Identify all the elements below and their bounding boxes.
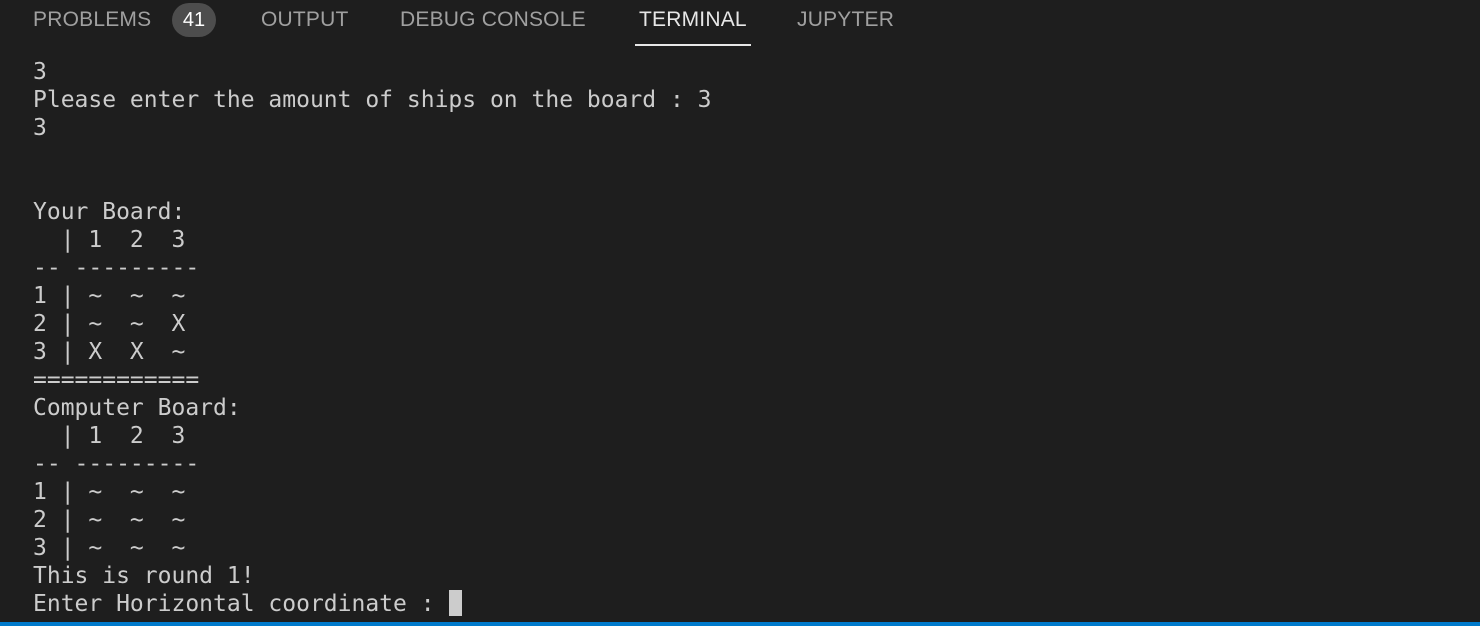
- terminal-line: -- ---------: [33, 255, 200, 281]
- terminal-line: 3 | X X ~: [33, 339, 186, 365]
- terminal-line: 2 | ~ ~ ~: [33, 507, 186, 533]
- terminal-prompt-text: Enter Horizontal coordinate :: [33, 591, 449, 617]
- tab-terminal-label: TERMINAL: [639, 8, 747, 31]
- terminal-line: Computer Board:: [33, 395, 241, 421]
- tab-terminal[interactable]: TERMINAL: [635, 0, 751, 46]
- terminal-output[interactable]: 3 Please enter the amount of ships on th…: [33, 58, 1453, 620]
- tab-output-label: OUTPUT: [261, 8, 349, 31]
- terminal-line: | 1 2 3: [33, 423, 186, 449]
- terminal-line: 1 | ~ ~ ~: [33, 479, 186, 505]
- panel-tab-bar: PROBLEMS 41 OUTPUT DEBUG CONSOLE TERMINA…: [0, 0, 1480, 46]
- tab-debug-console-label: DEBUG CONSOLE: [400, 8, 586, 31]
- tab-jupyter-label: JUPYTER: [797, 8, 895, 31]
- terminal-line: This is round 1!: [33, 563, 255, 589]
- terminal-line: 1 | ~ ~ ~: [33, 283, 186, 309]
- tab-output[interactable]: OUTPUT: [261, 0, 349, 46]
- tab-debug-console[interactable]: DEBUG CONSOLE: [400, 0, 586, 46]
- terminal-line: | 1 2 3: [33, 227, 186, 253]
- tab-problems[interactable]: PROBLEMS: [33, 0, 151, 46]
- terminal-line: 2 | ~ ~ X: [33, 311, 186, 337]
- problems-count-badge: 41: [172, 3, 216, 37]
- terminal-prompt-line[interactable]: Enter Horizontal coordinate :: [33, 590, 1453, 618]
- terminal-cursor: [449, 590, 463, 616]
- terminal-line: Please enter the amount of ships on the …: [33, 87, 712, 113]
- terminal-line: ============: [33, 367, 200, 393]
- tab-jupyter[interactable]: JUPYTER: [797, 0, 894, 46]
- terminal-line: 3 | ~ ~ ~: [33, 535, 186, 561]
- tab-problems-label: PROBLEMS: [33, 8, 152, 31]
- active-tab-indicator: [635, 44, 751, 46]
- status-bar: [0, 622, 1480, 626]
- terminal-line: Your Board:: [33, 199, 186, 225]
- terminal-line: 3: [33, 59, 47, 85]
- terminal-line: 3: [33, 115, 47, 141]
- terminal-line: -- ---------: [33, 451, 200, 477]
- panel: PROBLEMS 41 OUTPUT DEBUG CONSOLE TERMINA…: [0, 0, 1480, 626]
